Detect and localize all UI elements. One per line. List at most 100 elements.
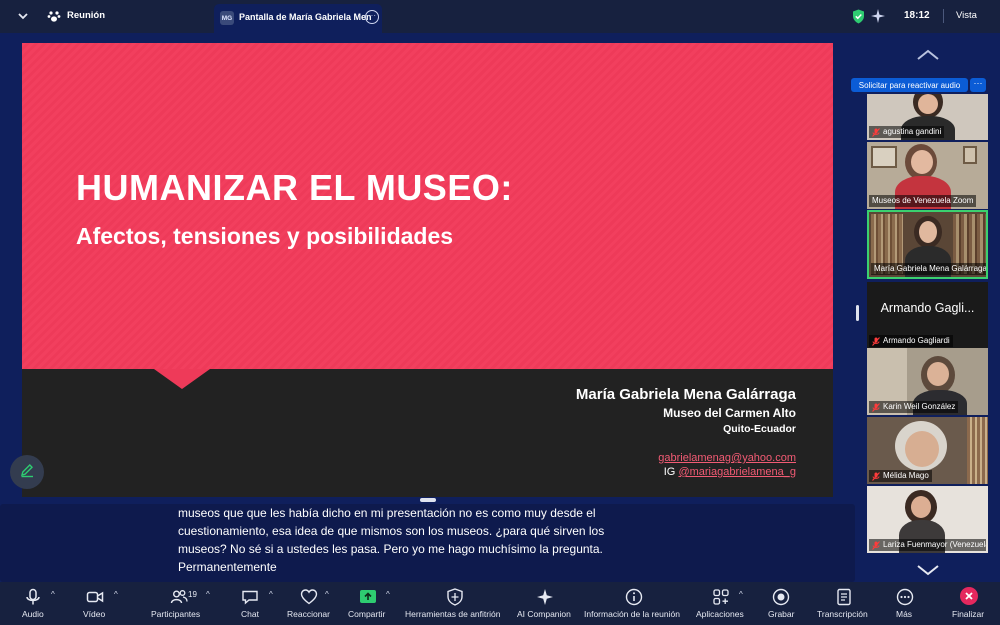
meeting-info-button[interactable]: Información de la reunión bbox=[583, 582, 687, 625]
meeting-label[interactable]: Reunión bbox=[67, 10, 105, 21]
chat-button[interactable]: ^ Chat bbox=[238, 582, 278, 625]
chevron-up-icon[interactable]: ^ bbox=[51, 590, 55, 599]
slide-ig-handle: @mariagabrielamena_g bbox=[678, 466, 796, 478]
slide-instagram: IG @mariagabrielamena_g bbox=[664, 466, 796, 478]
record-button[interactable]: Grabar bbox=[765, 582, 799, 625]
participants-count: 19 bbox=[188, 590, 197, 599]
participant-tile[interactable]: Mélida Mago bbox=[867, 417, 988, 484]
participant-name-label: Mélida Mago bbox=[869, 470, 932, 482]
video-figure bbox=[911, 150, 933, 174]
share-screen-icon bbox=[360, 590, 376, 603]
participants-button[interactable]: 19 ^ Participantes bbox=[148, 582, 216, 625]
request-unmute-button[interactable]: Solicitar para reactivar audio bbox=[851, 78, 968, 92]
slide-notch bbox=[154, 369, 210, 389]
ai-sparkle-icon[interactable] bbox=[871, 9, 885, 23]
mic-muted-icon bbox=[872, 336, 880, 346]
wall-frame bbox=[871, 146, 897, 168]
participant-name-label: agustina gandini bbox=[869, 126, 945, 138]
view-button[interactable]: Vista bbox=[956, 10, 977, 21]
video-camera-icon bbox=[86, 591, 104, 603]
slide-ig-prefix: IG bbox=[663, 466, 676, 478]
microphone-icon bbox=[26, 588, 40, 605]
share-screen-button[interactable]: ^ Compartir bbox=[346, 582, 396, 625]
slide-email: gabrielamenag@yahoo.com bbox=[658, 452, 796, 464]
caption-line: museos? No sé si a ustedes les pasa. Per… bbox=[178, 542, 603, 556]
participant-name-label: Karin Weil González bbox=[869, 401, 959, 413]
chevron-up-icon[interactable]: ^ bbox=[206, 590, 210, 599]
slide-title: HUMANIZAR EL MUSEO: bbox=[76, 167, 513, 208]
divider bbox=[943, 9, 944, 23]
captions-text: museos que que les había dicho en mi pre… bbox=[178, 504, 668, 576]
participant-tile-active[interactable]: María Gabriela Mena Galárraga bbox=[867, 210, 988, 279]
video-figure bbox=[919, 221, 937, 243]
transcription-button[interactable]: Transcripción bbox=[815, 582, 873, 625]
participant-tile[interactable]: Lariza Fuenmayor (Venezuela) bbox=[867, 486, 988, 553]
info-icon bbox=[625, 588, 643, 606]
more-options-icon[interactable]: ··· bbox=[365, 10, 379, 24]
top-bar: Reunión MG Pantalla de María Gabriela Me… bbox=[0, 0, 1000, 33]
heart-icon bbox=[300, 589, 318, 605]
participants-icon bbox=[170, 590, 188, 604]
clock-time: 18:12 bbox=[904, 10, 930, 21]
chevron-up-icon[interactable]: ^ bbox=[325, 590, 329, 599]
screen-share-tab[interactable]: MG Pantalla de María Gabriela Mena Galár… bbox=[214, 4, 382, 33]
apps-icon bbox=[713, 589, 729, 605]
scroll-up-chevron-icon[interactable] bbox=[915, 48, 941, 62]
participant-tile[interactable]: Karin Weil González bbox=[867, 348, 988, 415]
participant-name-label: Lariza Fuenmayor (Venezuela) bbox=[869, 539, 986, 551]
video-button[interactable]: ^ Vídeo bbox=[82, 582, 126, 625]
record-icon bbox=[772, 588, 790, 606]
transcript-icon bbox=[837, 588, 851, 606]
mic-muted-icon bbox=[872, 471, 880, 481]
participant-display-name: Armando Gagli... bbox=[880, 301, 975, 315]
more-button[interactable]: Más bbox=[893, 582, 917, 625]
video-figure bbox=[927, 362, 949, 386]
drag-handle[interactable] bbox=[420, 498, 436, 502]
slide-location: Quito-Ecuador bbox=[723, 423, 796, 435]
ai-sparkle-icon bbox=[537, 589, 553, 605]
caption-line: museos que que les había dicho en mi pre… bbox=[178, 506, 596, 520]
host-tools-button[interactable]: Herramientas de anfitrión bbox=[404, 582, 506, 625]
host-shield-icon bbox=[447, 588, 463, 606]
participant-tile[interactable]: Museos de Venezuela Zoom bbox=[867, 142, 988, 209]
caption-line: Permanentemente bbox=[178, 560, 277, 574]
mic-muted-icon bbox=[872, 127, 880, 137]
chat-bubble-icon bbox=[242, 590, 258, 605]
apps-button[interactable]: ^ Aplicaciones bbox=[694, 582, 750, 625]
chevron-up-icon[interactable]: ^ bbox=[739, 590, 743, 599]
slide-institution: Museo del Carmen Alto bbox=[663, 406, 796, 420]
paw-icon bbox=[47, 9, 61, 23]
slide-author: María Gabriela Mena Galárraga bbox=[575, 386, 796, 403]
more-icon bbox=[896, 588, 914, 606]
video-figure bbox=[911, 496, 931, 518]
captions-panel: museos que que les había dicho en mi pre… bbox=[0, 504, 855, 582]
chevron-up-icon[interactable]: ^ bbox=[269, 590, 273, 599]
ai-companion-button[interactable]: AI Companion bbox=[515, 582, 575, 625]
annotate-pen-button[interactable] bbox=[10, 455, 44, 489]
participant-name-label: María Gabriela Mena Galárraga bbox=[871, 263, 986, 275]
meeting-toolbar: ^ Audio ^ Vídeo 19 ^ Participantes ^ Cha… bbox=[0, 582, 1000, 625]
end-meeting-button[interactable]: Finalizar bbox=[948, 582, 992, 625]
audio-button[interactable]: ^ Audio bbox=[18, 582, 62, 625]
react-button[interactable]: ^ Reaccionar bbox=[286, 582, 334, 625]
participant-tile[interactable]: Armando Gagli... Armando Gagliardi bbox=[867, 282, 988, 349]
mic-muted-icon bbox=[872, 540, 880, 550]
panel-scrollbar[interactable] bbox=[856, 305, 859, 321]
chevron-down-icon[interactable] bbox=[16, 9, 30, 23]
share-tab-title: Pantalla de María Gabriela Mena Galárrag… bbox=[239, 12, 371, 22]
pencil-icon bbox=[19, 462, 35, 483]
shared-screen-slide: HUMANIZAR EL MUSEO: Afectos, tensiones y… bbox=[22, 43, 833, 497]
bookshelf bbox=[967, 417, 988, 484]
video-figure bbox=[905, 431, 939, 467]
shield-check-icon[interactable] bbox=[852, 9, 865, 24]
participant-tile[interactable]: agustina gandini bbox=[867, 94, 988, 140]
participant-name-label: Armando Gagliardi bbox=[869, 335, 953, 347]
scroll-down-chevron-icon[interactable] bbox=[915, 563, 941, 577]
chevron-up-icon[interactable]: ^ bbox=[114, 590, 118, 599]
mic-muted-icon bbox=[872, 402, 880, 412]
slide-subtitle: Afectos, tensiones y posibilidades bbox=[76, 223, 454, 249]
participant-name-label: Museos de Venezuela Zoom bbox=[869, 195, 977, 207]
end-call-icon bbox=[960, 587, 978, 605]
chevron-up-icon[interactable]: ^ bbox=[386, 590, 390, 599]
audio-more-button[interactable]: ··· bbox=[970, 78, 986, 92]
